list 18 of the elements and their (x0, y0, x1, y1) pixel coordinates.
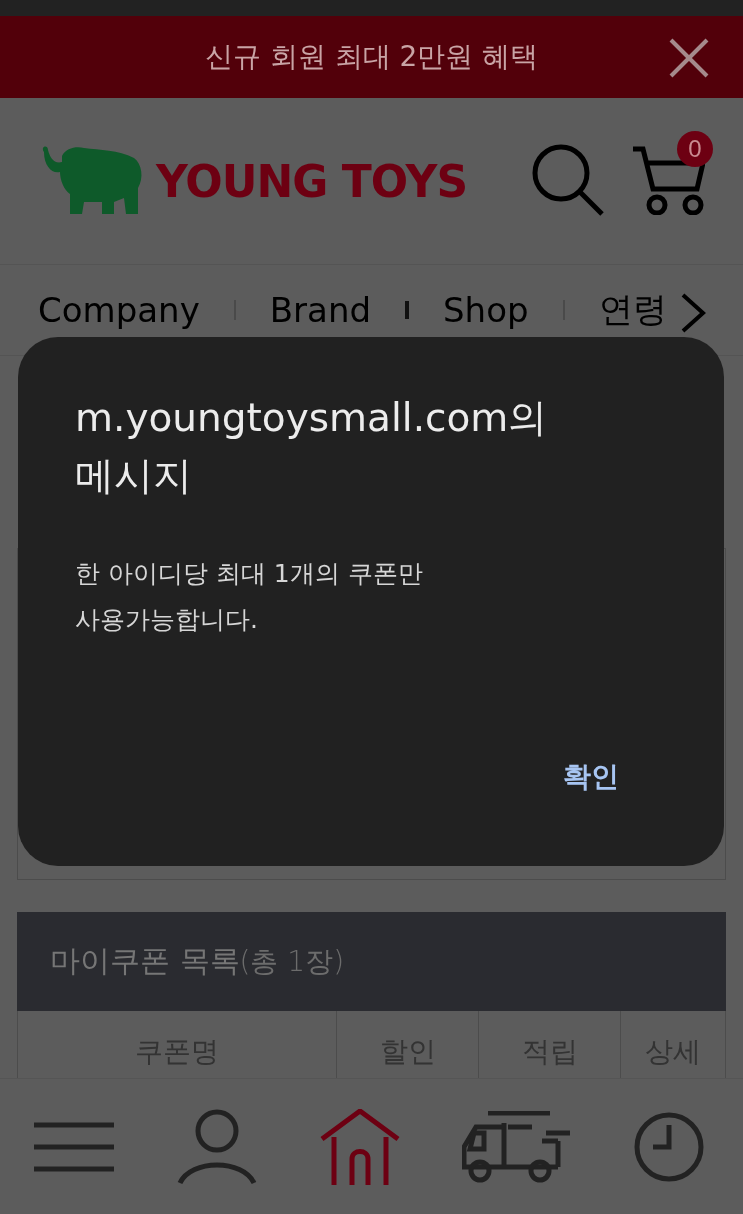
nav-link[interactable]: Brand (269, 290, 372, 330)
chevron-right-icon[interactable] (679, 293, 707, 333)
confirm-button[interactable]: 확인 (563, 758, 619, 796)
dialog-title: m.youngtoysmall.com의 메시지 (75, 394, 549, 500)
truck-icon[interactable] (462, 1110, 571, 1183)
nav-link[interactable]: Shop (443, 290, 529, 330)
nav-link[interactable]: Company (38, 290, 200, 330)
dialog-message: 한 아이디당 최대 1개의 쿠폰만 사용가능합니다. (75, 558, 424, 636)
cart-count-badge: 0 (677, 130, 713, 167)
user-icon[interactable] (176, 1108, 257, 1185)
coupon-list-title: 마이쿠폰 목록(총 1장) (50, 942, 345, 980)
banner-text: 신규 회원 최대 2만원 혜택 (204, 39, 539, 75)
menu-icon[interactable] (34, 1120, 114, 1173)
clock-icon[interactable] (633, 1110, 705, 1183)
home-icon[interactable] (319, 1108, 400, 1185)
logo-text[interactable]: YOUNG TOYS (156, 155, 468, 207)
nav-link[interactable]: 연령 (598, 287, 667, 333)
close-button[interactable] (669, 38, 709, 78)
